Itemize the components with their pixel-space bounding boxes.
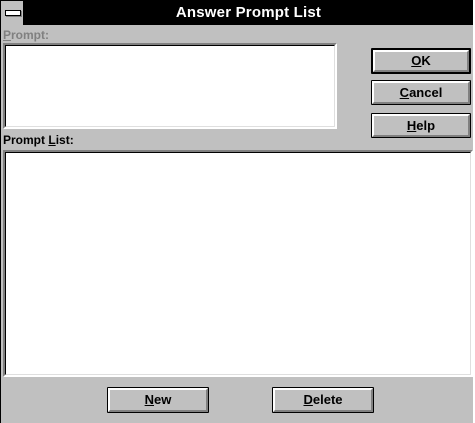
answer-prompt-list-dialog: Answer Prompt List Prompt: OK Cancel Hel… [0, 0, 473, 423]
title-bar: Answer Prompt List [1, 1, 473, 25]
prompt-field[interactable] [3, 43, 337, 129]
prompt-list-inner [5, 152, 471, 375]
prompt-list-box[interactable] [3, 150, 473, 377]
system-menu-icon [5, 10, 21, 16]
delete-button[interactable]: Delete [272, 387, 374, 413]
prompt-field-inner [5, 45, 335, 127]
new-button[interactable]: New [107, 387, 209, 413]
window-title: Answer Prompt List [175, 4, 322, 21]
prompt-list-label: Prompt List: [3, 133, 74, 147]
cancel-button[interactable]: Cancel [371, 80, 471, 105]
system-menu-button[interactable] [1, 1, 24, 25]
help-button[interactable]: Help [371, 113, 471, 138]
prompt-label: Prompt: [3, 28, 50, 42]
ok-button[interactable]: OK [371, 48, 471, 74]
